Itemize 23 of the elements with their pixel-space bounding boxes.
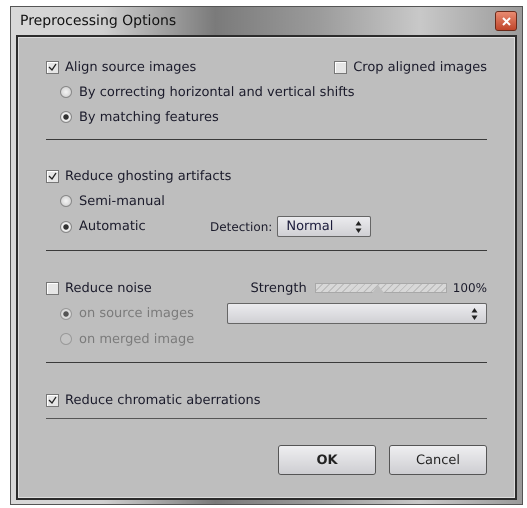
cancel-button[interactable]: Cancel [389, 445, 487, 475]
radio-option[interactable]: Automatic [46, 216, 210, 236]
chromatic-checkbox[interactable]: Reduce chromatic aberrations [46, 390, 487, 410]
ok-button[interactable]: OK [278, 445, 376, 475]
strength-label: Strength [250, 280, 307, 296]
radio-option[interactable]: Semi-manual [46, 191, 487, 211]
radio-option[interactable]: By correcting horizontal and vertical shifts [46, 82, 487, 102]
close-button[interactable] [495, 11, 517, 31]
stepper-arrows-icon [471, 308, 478, 320]
detection-label: Detection: [210, 220, 272, 234]
crop-checkbox[interactable]: Crop aligned images [334, 57, 487, 77]
detection-dropdown[interactable]: Normal [277, 216, 372, 237]
noise-dropdown[interactable] [226, 303, 487, 324]
close-icon [502, 16, 510, 26]
strength-slider[interactable] [314, 283, 447, 293]
slider-thumb[interactable] [372, 285, 384, 293]
window-title: Preprocessing Options [19, 13, 178, 29]
strength-value: 100% [452, 281, 487, 295]
noise-checkbox[interactable]: Reduce noise [46, 278, 152, 298]
stepper-arrows-icon [355, 220, 362, 232]
ghosting-checkbox[interactable]: Reduce ghosting artifacts [46, 166, 487, 186]
align-checkbox[interactable]: Align source images [46, 57, 196, 77]
radio-option[interactable]: By matching features [46, 107, 487, 127]
